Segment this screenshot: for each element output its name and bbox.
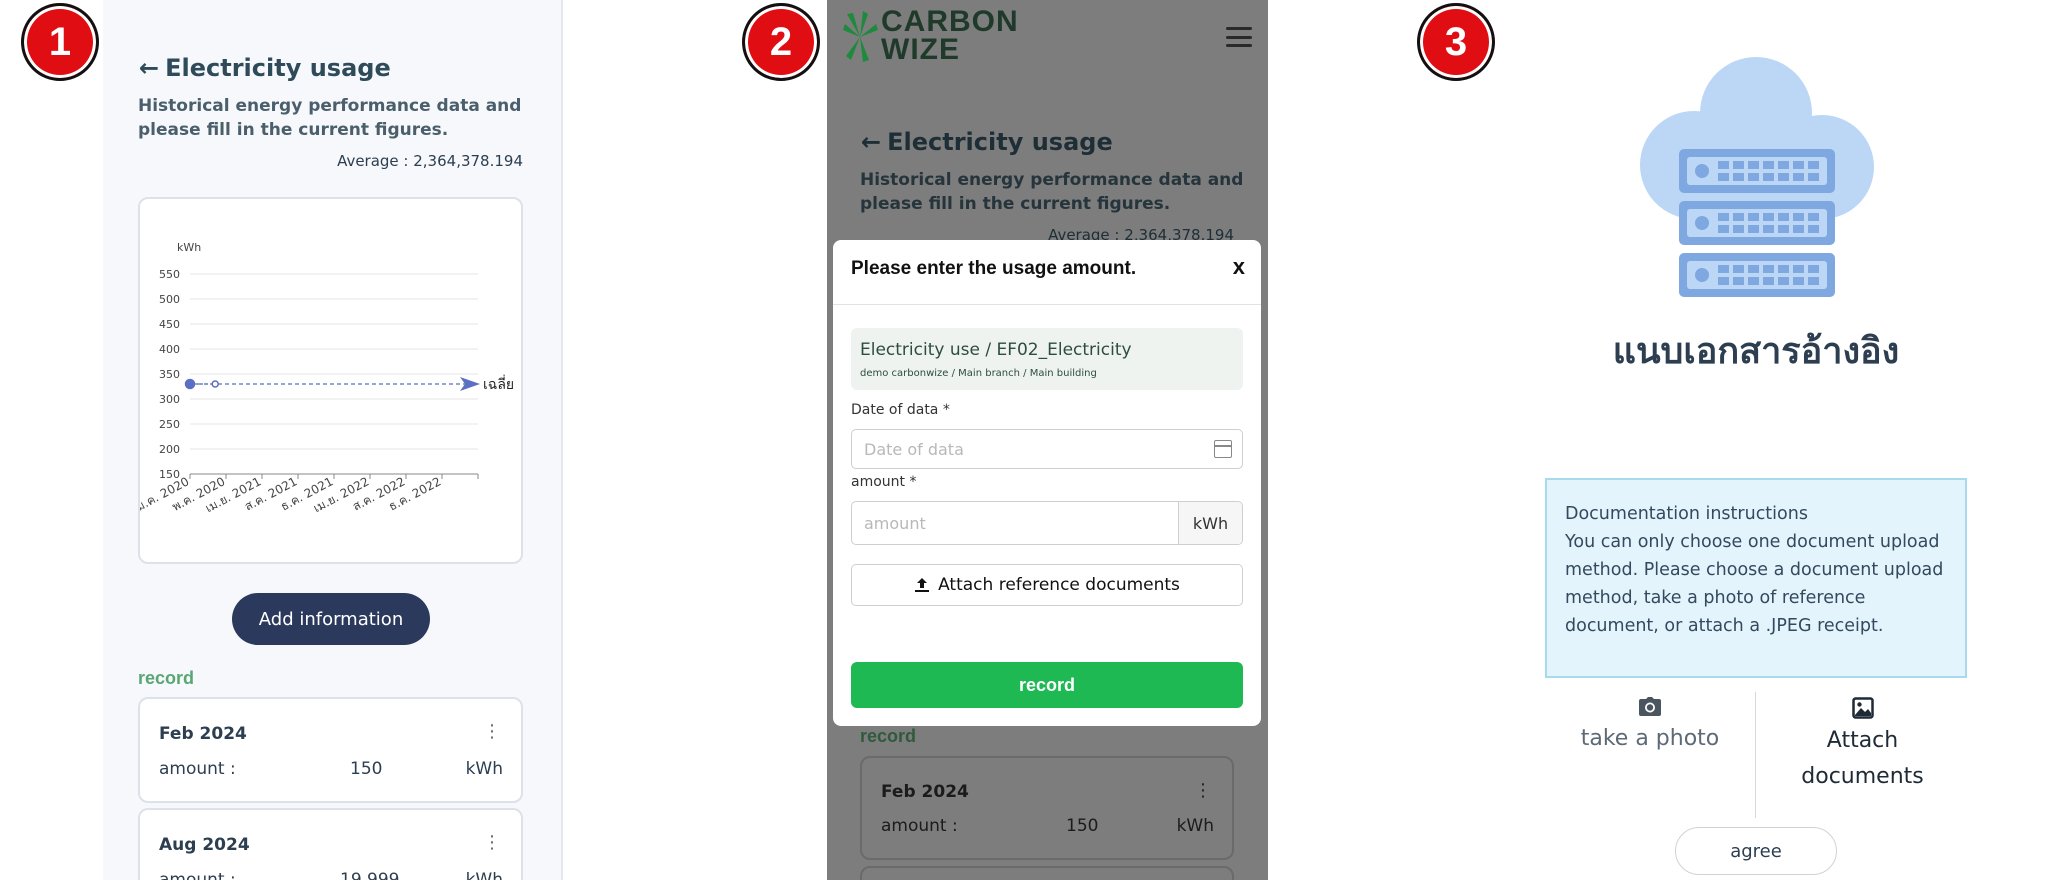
amount-field[interactable]: amount kWh [851,501,1243,545]
take-photo-option[interactable]: take a photo [1560,697,1740,757]
take-photo-label: take a photo [1580,726,1720,751]
attach-reference-title: แนบเอกสารอ้างอิง [1612,331,1900,372]
y-tick-label: 350 [159,368,180,381]
screen-usage-modal: CARBON WIZE ← Electricity usage Historic… [827,0,1268,880]
emission-source-name: Electricity use / EF02_Electricity [860,340,1132,360]
amount-placeholder: amount [864,514,926,533]
y-tick-label: 400 [159,343,180,356]
record-amount: 150 [1066,816,1099,836]
record-unit: kWh [1176,816,1214,836]
modal-title: Please enter the usage amount. [851,258,1137,279]
documentation-instructions: Documentation instructions You can only … [1545,478,1967,678]
y-tick-label: 550 [159,268,180,281]
hamburger-menu-icon[interactable] [1226,27,1252,47]
kebab-menu-icon[interactable]: ⋮ [1194,780,1212,801]
page-header: ← Electricity usage [861,128,1113,156]
attach-documents-label-2: documents [1801,764,1924,789]
attach-documents-label-1: Attach [1826,728,1899,753]
usage-chart-card: kWh 550 500 450 400 350 300 250 200 150 ม.ค. 2020 พ… [134,197,523,564]
y-axis-label: kWh [177,241,201,254]
record-amount-label: amount : [159,759,236,779]
screen-electricity-usage: ← Electricity usage Historical energy pe… [103,0,563,880]
data-point [184,378,196,390]
record-amount-label: amount : [881,816,958,836]
instructions-body: You can only choose one document upload … [1565,532,1944,636]
data-point [211,380,219,388]
subtitle-line-2: please fill in the current figures. [138,120,449,140]
back-arrow-icon[interactable]: ← [139,54,159,82]
agree-button[interactable]: agree [1675,827,1837,875]
logo-text-line-2: WIZE [881,33,960,66]
step-badge-1: 1 [21,3,99,81]
logo-text-line-1: CARBON [881,5,1019,38]
attach-documents-button[interactable]: Attach reference documents [851,564,1243,606]
record-month: Feb 2024 [881,782,969,802]
date-field-label: Date of data * [851,402,950,418]
record-unit: kWh [465,759,503,779]
emission-source-path: demo carbonwize / Main branch / Main bui… [860,368,1097,379]
option-divider [1755,692,1756,818]
record-unit: kWh [465,870,503,880]
carbonwize-logo-icon [843,11,878,62]
stage: 1 2 3 ← Electricity usage Historical ene… [0,0,2068,880]
modal-divider [833,304,1261,305]
amount-unit: kWh [1178,502,1242,544]
y-tick-label: 300 [159,393,180,406]
kebab-menu-icon[interactable]: ⋮ [483,832,501,853]
subtitle-line-1: Historical energy performance data and [138,96,522,116]
page-header: ← Electricity usage [139,54,391,82]
cloud-server-icon [1640,57,1874,297]
usage-chart: kWh550500450400350300250200150ม.ค. 2020พ… [134,241,514,515]
y-tick-label: 450 [159,318,180,331]
calendar-icon[interactable] [1214,440,1232,458]
record-month: Feb 2024 [159,724,247,744]
back-arrow-icon[interactable]: ← [861,128,881,156]
record-section-label: record [860,726,917,746]
image-icon [1851,697,1874,719]
subtitle-line-2: please fill in the current figures. [860,194,1171,214]
subtitle-line-1: Historical energy performance data and [860,170,1244,190]
attach-documents-label: Attach reference documents [938,575,1180,595]
record-section-label: record [138,668,195,688]
record-card[interactable] [860,866,1234,880]
date-field[interactable]: Date of data [851,429,1243,469]
step-badge-3: 3 [1417,3,1495,81]
record-card[interactable]: Feb 2024 ⋮ amount : 150 kWh [138,697,523,803]
average-value: Average : 2,364,378.194 [337,152,523,170]
add-information-button[interactable]: Add information [232,593,430,645]
step-badge-2: 2 [742,3,820,81]
record-button[interactable]: record [851,662,1243,708]
close-button[interactable]: x [1233,254,1245,280]
record-month: Aug 2024 [159,835,250,855]
upload-icon [915,578,930,592]
page-subtitle: Historical energy performance data and p… [860,168,1243,216]
kebab-menu-icon[interactable]: ⋮ [483,721,501,742]
amount-field-label: amount * [851,474,917,490]
emission-source-info: Electricity use / EF02_Electricity demo … [851,328,1243,390]
page-title: Electricity usage [887,128,1113,156]
record-amount-label: amount : [159,870,236,880]
page-subtitle: Historical energy performance data and p… [138,94,521,142]
y-tick-label: 250 [159,418,180,431]
date-placeholder: Date of data [864,440,964,459]
usage-entry-modal: Please enter the usage amount. x Electri… [833,240,1261,726]
camera-icon [1639,697,1661,716]
average-line-label: เฉลี่ย [483,375,514,393]
instructions-title: Documentation instructions [1565,504,1808,524]
record-card[interactable]: Feb 2024 ⋮ amount : 150 kWh [860,756,1234,860]
page-title: Electricity usage [165,54,391,82]
record-amount: 19,999 [340,870,400,880]
y-tick-label: 500 [159,293,180,306]
record-card[interactable]: Aug 2024 ⋮ amount : 19,999 kWh [138,808,523,880]
y-tick-label: 200 [159,443,180,456]
record-amount: 150 [350,759,383,779]
attach-documents-option[interactable]: Attach documents [1770,697,1955,795]
